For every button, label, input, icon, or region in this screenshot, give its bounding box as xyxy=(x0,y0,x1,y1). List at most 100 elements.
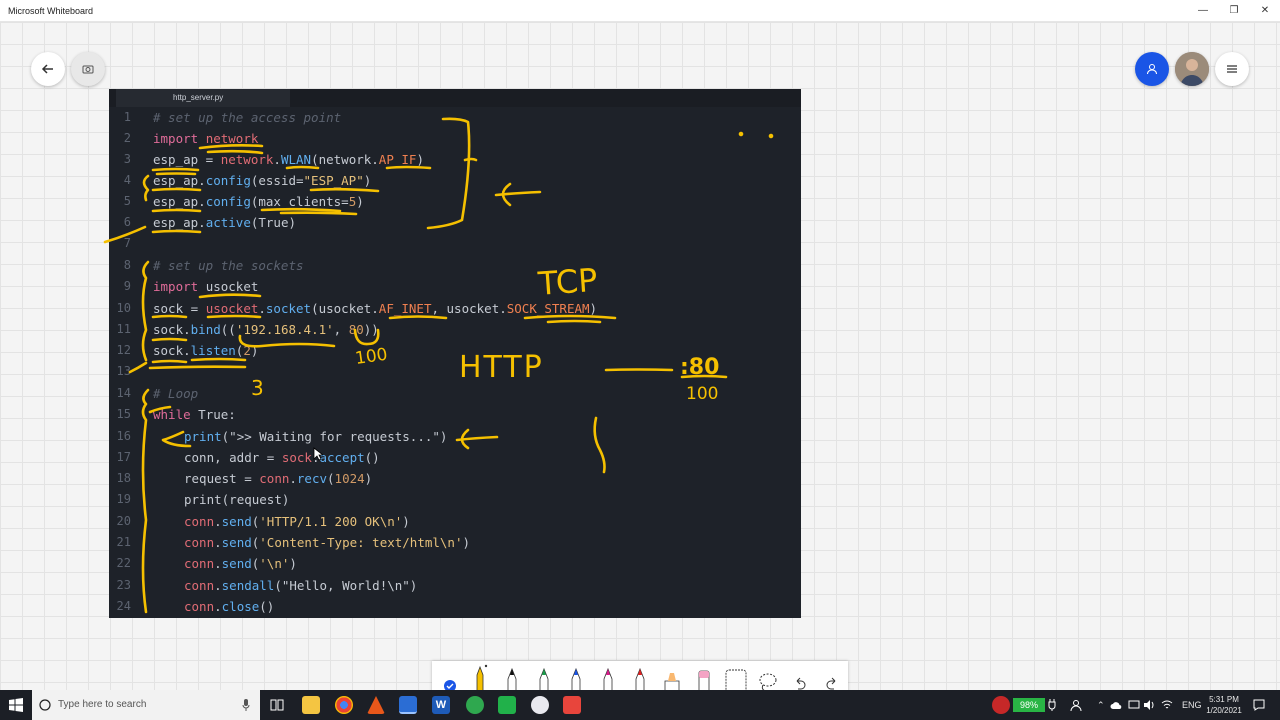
antivirus-icon[interactable] xyxy=(992,696,1010,714)
menu-button[interactable] xyxy=(1215,52,1249,86)
code-token: ) xyxy=(356,194,364,209)
magenta-pen-button[interactable] xyxy=(594,663,622,693)
avatar[interactable] xyxy=(1175,52,1209,86)
chevron-up-icon[interactable]: ⌃ xyxy=(1097,690,1105,720)
yellow-pen-button[interactable] xyxy=(466,663,494,693)
word-icon[interactable]: W xyxy=(432,696,450,714)
code-token: . xyxy=(183,322,191,337)
close-icon[interactable]: ✕ xyxy=(1250,3,1280,19)
microphone-icon[interactable] xyxy=(242,699,250,711)
code-token: "Hello, World!\n" xyxy=(281,578,410,593)
code-token: esp_ap xyxy=(153,194,199,209)
code-token: conn xyxy=(184,514,215,529)
checkmark-button[interactable] xyxy=(436,663,464,693)
lasso-button[interactable] xyxy=(754,663,782,693)
camtasia-red-icon[interactable] xyxy=(563,696,581,714)
volume-icon[interactable] xyxy=(1143,699,1155,711)
code-text: while True: xyxy=(153,404,236,425)
windows-start-icon[interactable] xyxy=(9,698,23,712)
code-token: network xyxy=(220,152,274,167)
line-number: 20 xyxy=(116,514,131,528)
code-token: ) xyxy=(416,152,424,167)
green-pen-button[interactable] xyxy=(530,663,558,693)
highlighter-button[interactable] xyxy=(658,663,686,693)
chrome-icon[interactable] xyxy=(335,696,353,714)
taskbar-search-box[interactable]: Type here to search xyxy=(32,690,260,720)
code-token: sock xyxy=(153,343,184,358)
code-text: request = conn.recv(1024) xyxy=(184,468,372,489)
invite-button[interactable] xyxy=(1135,52,1169,86)
line-number: 7 xyxy=(123,236,131,250)
code-text: # set up the sockets xyxy=(153,255,304,276)
whiteboard-app-icon[interactable] xyxy=(399,696,417,714)
code-line: 6 esp_ap.active(True) xyxy=(109,212,801,233)
code-line: 22 conn.send('\n') xyxy=(109,553,801,574)
line-number: 14 xyxy=(116,386,131,400)
notification-icon[interactable] xyxy=(1253,699,1265,711)
blue-pen-button[interactable] xyxy=(562,663,590,693)
code-token: . xyxy=(289,471,297,486)
eraser-button[interactable] xyxy=(690,663,718,693)
file-explorer-icon[interactable] xyxy=(302,696,320,714)
app-white-icon[interactable] xyxy=(531,696,549,714)
code-text: esp_ap.active(True) xyxy=(153,212,296,233)
back-button[interactable] xyxy=(31,52,65,86)
code-line: 1 # set up the access point xyxy=(109,107,801,128)
editor-tab-bar: http_server.py xyxy=(109,89,801,107)
line-number: 19 xyxy=(116,492,131,506)
comment: # set up the sockets xyxy=(153,258,304,273)
cloud-icon[interactable] xyxy=(1110,700,1122,710)
clock-time: 5:31 PM xyxy=(1209,695,1239,704)
matlab-icon[interactable] xyxy=(367,696,385,714)
restore-icon[interactable]: ❐ xyxy=(1219,3,1249,19)
code-token: ) xyxy=(439,429,448,444)
camera-button[interactable] xyxy=(71,52,105,86)
line-number: 5 xyxy=(123,194,131,208)
code-token: listen xyxy=(190,343,236,358)
red-pen-button[interactable] xyxy=(626,663,654,693)
battery-indicator[interactable]: 98% xyxy=(1013,698,1045,712)
language-indicator[interactable]: ENG xyxy=(1182,690,1202,720)
wifi-icon[interactable] xyxy=(1161,699,1173,711)
code-line: 15 while True: xyxy=(109,404,801,425)
code-editor-image[interactable]: http_server.py 1 # set up the access poin… xyxy=(109,89,801,618)
code-line: 17 conn, addr = sock.accept() xyxy=(109,447,801,468)
code-token: = xyxy=(198,152,221,167)
code-token: AP_IF xyxy=(378,152,417,167)
ruler-button[interactable] xyxy=(722,663,750,693)
display-icon[interactable] xyxy=(1128,700,1140,710)
line-number: 24 xyxy=(116,599,131,613)
code-token: request = xyxy=(184,471,260,486)
code-token: ) xyxy=(250,343,259,358)
black-pen-button[interactable] xyxy=(498,663,526,693)
mouse-cursor-icon xyxy=(313,447,323,461)
app-green-icon[interactable] xyxy=(466,696,484,714)
code-token: close xyxy=(221,599,260,614)
code-token: . xyxy=(214,556,222,571)
redo-button[interactable] xyxy=(818,663,846,693)
code-text: # Loop xyxy=(153,383,198,404)
task-view-icon[interactable] xyxy=(270,698,284,712)
code-token: . xyxy=(198,173,206,188)
code-token: (True) xyxy=(250,215,296,230)
search-placeholder: Type here to search xyxy=(58,699,147,710)
code-line: 8 # set up the sockets xyxy=(109,255,801,276)
line-number: 6 xyxy=(123,215,131,229)
keyword: import xyxy=(153,131,199,146)
code-token: . xyxy=(183,343,191,358)
undo-button[interactable] xyxy=(786,663,814,693)
camtasia-green-icon[interactable] xyxy=(498,696,516,714)
line-number: 16 xyxy=(116,429,131,443)
code-token: usocket xyxy=(205,301,259,316)
clock[interactable]: 5:31 PM 1/20/2021 xyxy=(1200,694,1248,716)
code-token: , xyxy=(333,322,349,337)
code-token: '\n' xyxy=(259,556,290,571)
code-token: sendall xyxy=(221,578,275,593)
minimize-icon[interactable]: — xyxy=(1188,3,1218,19)
code-token: conn xyxy=(259,471,290,486)
code-token: )) xyxy=(363,322,379,337)
people-icon[interactable] xyxy=(1070,699,1082,711)
code-token: sock xyxy=(153,301,184,316)
line-number: 22 xyxy=(116,556,131,570)
code-token: (max_clients= xyxy=(250,194,349,209)
